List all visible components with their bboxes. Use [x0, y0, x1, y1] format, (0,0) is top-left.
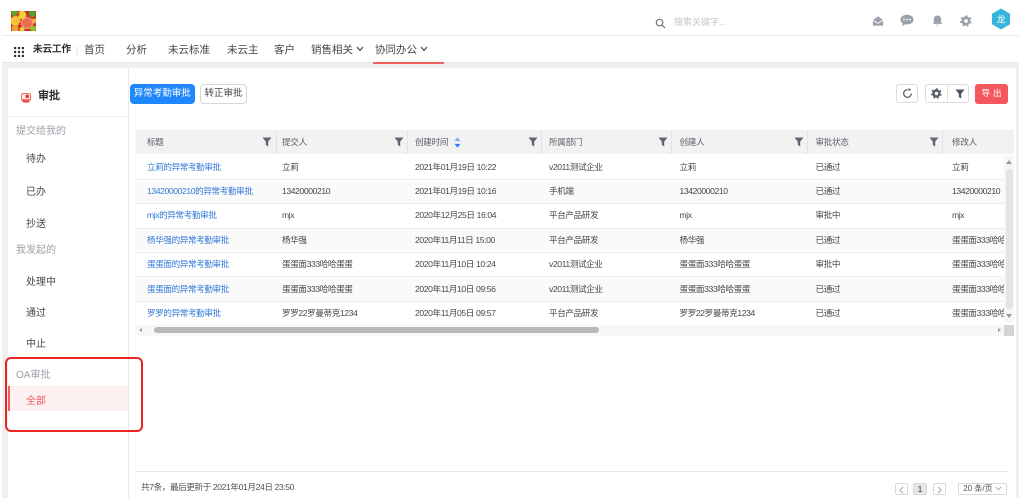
- svg-text:龙: 龙: [996, 13, 1005, 24]
